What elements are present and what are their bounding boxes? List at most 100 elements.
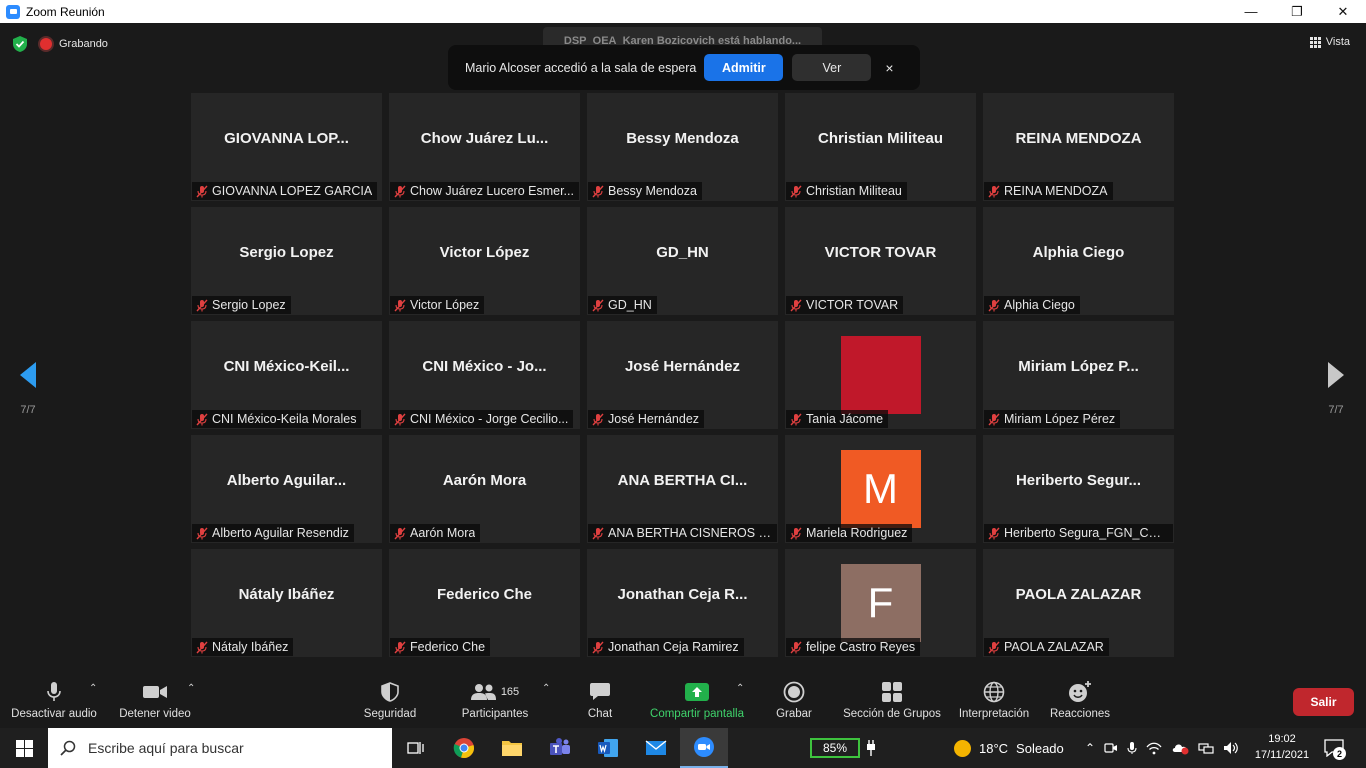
participant-tile[interactable]: GD_HN GD_HN [587,207,778,315]
microphone-tray-icon[interactable] [1127,741,1137,755]
muted-microphone-icon [786,296,806,314]
taskbar-clock[interactable]: 19:02 17/11/2021 [1252,731,1312,763]
participant-tile[interactable]: GIOVANNA LOP... GIOVANNA LOPEZ GARCIA [191,93,382,201]
mail-taskbar-button[interactable] [632,728,680,768]
participant-tile[interactable]: VICTOR TOVAR VICTOR TOVAR [785,207,976,315]
participant-name: Victor López [410,298,480,312]
volume-icon[interactable] [1223,741,1239,755]
breakout-rooms-button[interactable]: Sección de Grupos [842,679,942,720]
reactions-button[interactable]: Reacciones [1049,679,1111,720]
video-options-chevron-icon[interactable]: ⌃ [187,683,195,694]
participant-tile[interactable]: Tania Jácome [785,321,976,429]
show-hidden-icons-chevron-icon[interactable]: ⌃ [1085,741,1095,755]
word-taskbar-button[interactable] [584,728,632,768]
encryption-shield-icon[interactable] [12,35,28,53]
chat-button[interactable]: Chat [585,679,615,720]
audio-options-chevron-icon[interactable]: ⌃ [89,683,97,694]
meeting-toolbar: Desactivar audio ⌃ Detener video ⌃ Segur… [0,673,1366,728]
participant-tile[interactable]: Nátaly Ibáñez Nátaly Ibáñez [191,549,382,657]
video-camera-icon [143,686,167,698]
participant-tile[interactable]: Bessy Mendoza Bessy Mendoza [587,93,778,201]
network-icon[interactable] [1198,741,1214,755]
muted-microphone-icon [984,638,1004,656]
participant-name-label: PAOLA ZALAZAR [984,638,1109,656]
chrome-taskbar-button[interactable] [440,728,488,768]
page-indicator-right: 7/7 [1328,404,1344,416]
breakout-rooms-label: Sección de Grupos [843,708,941,720]
participant-tile[interactable]: José Hernández José Hernández [587,321,778,429]
waiting-room-text: Mario Alcoser accedió a la sala de esper… [465,60,697,75]
wifi-icon[interactable] [1146,741,1162,755]
leave-meeting-button[interactable]: Salir [1293,688,1354,716]
chat-bubble-icon [590,683,610,700]
participant-tile[interactable]: Ffelipe Castro Reyes [785,549,976,657]
participant-tile[interactable]: Sergio Lopez Sergio Lopez [191,207,382,315]
right-arrow-icon[interactable] [1326,361,1346,389]
left-arrow-icon[interactable] [18,361,38,389]
close-window-button[interactable]: ✕ [1320,0,1366,23]
teams-taskbar-button[interactable] [536,728,584,768]
share-options-chevron-icon[interactable]: ⌃ [736,683,744,694]
participant-tile[interactable]: Alphia Ciego Alphia Ciego [983,207,1174,315]
mute-button[interactable]: Desactivar audio [10,679,98,720]
participant-name-label: Federico Che [390,638,491,656]
participant-tile[interactable]: REINA MENDOZA REINA MENDOZA [983,93,1174,201]
muted-microphone-icon [786,182,806,200]
muted-microphone-icon [390,182,410,200]
battery-indicator[interactable]: 85% [810,738,860,758]
stop-video-button[interactable]: Detener video [118,679,192,720]
close-notification-icon[interactable]: × [885,60,893,76]
weather-widget[interactable]: 18°C Soleado [954,728,1064,768]
muted-microphone-icon [588,182,608,200]
view-button[interactable]: Vista [1309,36,1350,48]
start-button[interactable] [0,728,48,768]
participant-name: CNI México-Keila Morales [212,412,357,426]
participant-tile[interactable]: Chow Juárez Lu... Chow Juárez Lucero Esme… [389,93,580,201]
windows-taskbar: Escribe aquí para buscar 85% 18°C Solead… [0,728,1366,768]
share-screen-button[interactable]: Compartir pantalla [647,679,747,720]
teams-icon [550,738,570,755]
participant-tile[interactable]: M Mariela Rodriguez [785,435,976,543]
admit-button[interactable]: Admitir [704,54,784,81]
security-button[interactable]: Seguridad [362,679,418,720]
mail-icon [645,740,667,755]
participant-tile[interactable]: Alberto Aguilar... Alberto Aguilar Resend… [191,435,382,543]
interpretation-button[interactable]: Interpretación [956,679,1032,720]
participant-tile[interactable]: Victor López Victor López [389,207,580,315]
participant-name-label: GD_HN [588,296,657,314]
meet-now-icon[interactable] [1104,741,1118,755]
recording-indicator[interactable]: Grabando [40,38,108,50]
participant-avatar [840,336,921,414]
participant-tile[interactable]: Aarón Mora Aarón Mora [389,435,580,543]
zoom-taskbar-button[interactable] [680,728,728,768]
participant-tile[interactable]: Miriam López P... Miriam López Pérez [983,321,1174,429]
file-explorer-taskbar-button[interactable] [488,728,536,768]
minimize-button[interactable]: — [1228,0,1274,23]
maximize-button[interactable]: ❐ [1274,0,1320,23]
participant-name: REINA MENDOZA [1004,184,1108,198]
participant-tile[interactable]: CNI México-Keil... CNI México-Keila Moral… [191,321,382,429]
security-shield-icon [381,682,399,702]
breakout-rooms-icon [882,682,902,702]
prev-page-control[interactable]: 7/7 [18,361,38,416]
task-view-button[interactable] [392,728,440,768]
onedrive-icon[interactable] [1171,741,1189,755]
participant-tile[interactable]: Heriberto Segur... Heriberto Segura_FGN_C… [983,435,1174,543]
participant-name-label: Miriam López Pérez [984,410,1121,428]
microphone-icon [47,682,61,701]
participants-button[interactable]: 165 Participantes [460,679,530,720]
participant-tile[interactable]: ANA BERTHA CI... ANA BERTHA CISNEROS M... [587,435,778,543]
participant-name: Miriam López Pérez [1004,412,1116,426]
participant-tile[interactable]: CNI México - Jo... CNI México - Jorge Cec… [389,321,580,429]
record-button[interactable]: Grabar [775,679,813,720]
smiley-plus-icon [1069,681,1091,702]
participants-options-chevron-icon[interactable]: ⌃ [542,683,550,694]
participant-tile[interactable]: Christian Militeau Christian Militeau [785,93,976,201]
see-waiting-room-button[interactable]: Ver [792,54,872,81]
action-center-button[interactable]: 2 [1322,736,1346,760]
next-page-control[interactable]: 7/7 [1326,361,1346,416]
participant-tile[interactable]: PAOLA ZALAZAR PAOLA ZALAZAR [983,549,1174,657]
participant-tile[interactable]: Jonathan Ceja R... Jonathan Ceja Ramirez [587,549,778,657]
taskbar-search[interactable]: Escribe aquí para buscar [48,728,392,768]
participant-tile[interactable]: Federico Che Federico Che [389,549,580,657]
